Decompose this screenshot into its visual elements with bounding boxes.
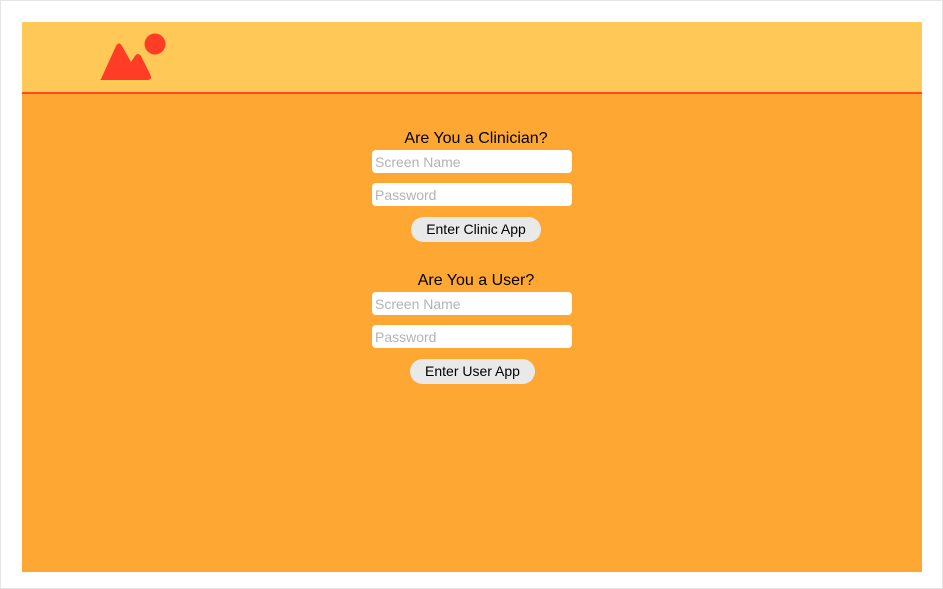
mountain-sun-icon	[100, 33, 166, 80]
clinician-password-input[interactable]	[372, 183, 572, 206]
clinician-screen-name-input[interactable]	[372, 150, 572, 173]
enter-user-app-button[interactable]: Enter User App	[410, 359, 535, 384]
user-password-input[interactable]	[372, 325, 572, 348]
page-frame: Are You a Clinician? Enter Clinic App Ar…	[0, 0, 943, 589]
user-login-form: Are You a User? Enter User App	[372, 272, 572, 384]
clinician-heading: Are You a Clinician?	[404, 130, 548, 147]
user-heading: Are You a User?	[417, 272, 535, 289]
enter-clinic-app-button[interactable]: Enter Clinic App	[411, 217, 541, 242]
app-container: Are You a Clinician? Enter Clinic App Ar…	[22, 22, 922, 572]
user-screen-name-input[interactable]	[372, 292, 572, 315]
header-bar	[22, 22, 922, 94]
clinician-login-form: Are You a Clinician? Enter Clinic App	[372, 130, 572, 242]
